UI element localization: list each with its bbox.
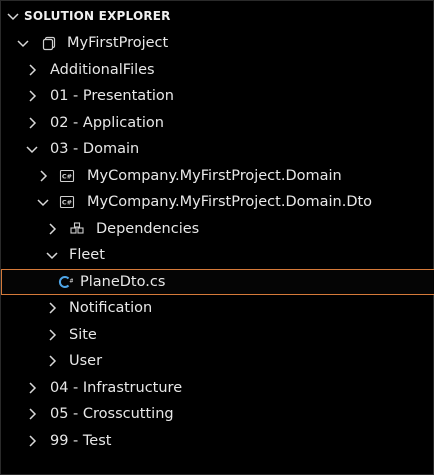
csharp-file-icon: # — [57, 274, 73, 290]
chevron-right-icon[interactable] — [35, 168, 51, 184]
chevron-right-icon[interactable] — [24, 380, 40, 396]
tree-item-label: 02 - Application — [50, 114, 164, 131]
chevron-right-icon[interactable] — [44, 327, 60, 343]
tree-item[interactable]: Notification — [1, 295, 434, 322]
chevron-right-icon[interactable] — [44, 300, 60, 316]
tree-item[interactable]: # PlaneDto.cs — [1, 268, 434, 295]
tree-item[interactable]: 99 - Test — [1, 428, 434, 455]
tree-item[interactable]: 05 - Crosscutting — [1, 401, 434, 428]
tree-item[interactable]: C# MyCompany.MyFirstProject.Domain.Dto — [1, 189, 434, 216]
tree-item[interactable]: MyFirstProject — [1, 30, 434, 57]
solution-tree: MyFirstProject AdditionalFiles 01 - Presen… — [1, 30, 434, 454]
tree-item[interactable]: User — [1, 348, 434, 375]
tree-item-label: 04 - Infrastructure — [50, 379, 183, 396]
tree-item-label: MyCompany.MyFirstProject.Domain — [87, 167, 342, 184]
chevron-down-icon[interactable] — [35, 194, 51, 210]
tree-item[interactable]: Site — [1, 322, 434, 349]
tree-item-label: Site — [69, 326, 97, 343]
chevron-right-icon[interactable] — [24, 88, 40, 104]
solution-explorer-panel: SOLUTION EXPLORER MyFirstProject Addition… — [0, 0, 434, 475]
tree-item-label: Notification — [69, 300, 153, 316]
tree-item-label: AdditionalFiles — [50, 61, 155, 78]
chevron-right-icon[interactable] — [24, 433, 40, 449]
tree-item[interactable]: 03 - Domain — [1, 136, 434, 163]
tree-item-label: Dependencies — [96, 220, 200, 237]
tree-item[interactable]: 04 - Infrastructure — [1, 375, 434, 402]
dependencies-icon — [69, 221, 85, 237]
panel-title: SOLUTION EXPLORER — [24, 9, 171, 23]
tree-item-label: 05 - Crosscutting — [50, 406, 174, 422]
tree-item-label: Fleet — [69, 247, 105, 263]
tree-item[interactable]: C# MyCompany.MyFirstProject.Domain — [1, 163, 434, 190]
tree-item-label: 99 - Test — [50, 432, 112, 449]
tree-item-label: User — [69, 353, 103, 369]
chevron-down-icon[interactable] — [24, 141, 40, 157]
chevron-down-icon[interactable] — [44, 247, 60, 263]
collapse-panel-chevron-down-icon[interactable] — [5, 8, 21, 24]
tree-item[interactable]: 01 - Presentation — [1, 83, 434, 110]
svg-text:C#: C# — [62, 199, 72, 207]
panel-header[interactable]: SOLUTION EXPLORER — [1, 1, 434, 31]
tree-item[interactable]: 02 - Application — [1, 110, 434, 137]
chevron-right-icon[interactable] — [24, 406, 40, 422]
chevron-right-icon[interactable] — [44, 221, 60, 237]
solution-icon — [41, 35, 57, 51]
chevron-down-icon[interactable] — [15, 35, 31, 51]
tree-item[interactable]: AdditionalFiles — [1, 57, 434, 84]
chevron-right-icon[interactable] — [44, 353, 60, 369]
tree-item-label: 03 - Domain — [50, 141, 140, 157]
chevron-right-icon[interactable] — [24, 62, 40, 78]
tree-item[interactable]: Fleet — [1, 242, 434, 269]
svg-text:#: # — [69, 278, 73, 284]
tree-item-label: PlaneDto.cs — [80, 273, 166, 290]
csharp-project-icon: C# — [59, 168, 75, 184]
tree-item-label: 01 - Presentation — [50, 88, 174, 104]
svg-text:C#: C# — [62, 172, 72, 180]
csharp-project-icon: C# — [59, 194, 75, 210]
tree-item-label: MyCompany.MyFirstProject.Domain.Dto — [87, 194, 373, 210]
tree-item-label: MyFirstProject — [67, 35, 169, 51]
tree-item[interactable]: Dependencies — [1, 216, 434, 243]
chevron-right-icon[interactable] — [24, 115, 40, 131]
